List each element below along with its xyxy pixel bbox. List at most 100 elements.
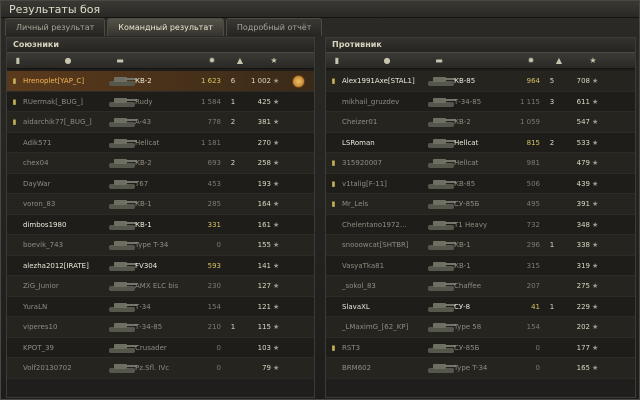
player-row[interactable]: snooowcat[SHTBR] КВ-1 296 1 338 ★ xyxy=(326,235,635,256)
player-row[interactable]: ▮ Hrenoplet[YAP_C] КВ-2 1 623 6 1 002 ★ xyxy=(7,71,314,92)
platoon-badge-icon: ▮ xyxy=(331,77,336,85)
player-name: Hrenoplet[YAP_C] xyxy=(23,77,85,85)
star-icon: ★ xyxy=(592,179,599,188)
platoon-column-icon[interactable]: ▮ xyxy=(13,56,23,66)
player-name: 315920007 xyxy=(342,159,383,167)
xp-value: 1 002 xyxy=(250,77,271,85)
kills-value: 3 xyxy=(549,97,555,106)
star-icon: ★ xyxy=(592,200,599,208)
player-row[interactable]: Cheizer01 КВ-2 1 059 547 ★ xyxy=(326,112,635,133)
player-row[interactable]: SlavaXL СУ-8 41 1 229 ★ xyxy=(326,296,635,317)
xp-value: 229 xyxy=(576,302,590,311)
xp-value: 115 xyxy=(257,323,271,331)
star-icon: ★ xyxy=(592,241,599,249)
tab-personal-result[interactable]: Личный результат xyxy=(5,18,106,36)
player-name: boevik_743 xyxy=(23,241,64,249)
kills-value: 2 xyxy=(549,138,555,147)
star-icon: ★ xyxy=(592,118,599,126)
star-icon: ★ xyxy=(273,159,280,167)
player-row[interactable]: dimbos1980 КВ-1 331 161 ★ xyxy=(7,214,314,235)
player-row[interactable]: ▮ 315920007 Hellcat 981 479 ★ xyxy=(326,153,635,174)
vehicle-name: T1 Heavy xyxy=(454,220,488,229)
player-row[interactable]: ZiG_Junior AMX ELC bis 230 127 ★ xyxy=(7,276,314,297)
damage-value: 981 xyxy=(526,159,540,167)
player-row[interactable]: _sokol_83 Chaffee 207 275 ★ xyxy=(326,276,635,297)
player-row[interactable]: ▮ RST3 СУ-85Б 0 177 ★ xyxy=(326,337,635,358)
damage-value: 0 xyxy=(216,364,221,372)
player-row[interactable]: BRM602 Type T-34 0 165 ★ xyxy=(326,358,635,379)
xp-value: 121 xyxy=(257,302,271,311)
tab-team-result[interactable]: Командный результат xyxy=(107,18,224,36)
xp-value: 127 xyxy=(257,282,271,290)
tank-column-icon[interactable]: ▬ xyxy=(434,56,444,66)
player-row[interactable]: ▮ RUermak[_BUG_] Rudy 1 584 1 425 ★ xyxy=(7,91,314,112)
star-icon: ★ xyxy=(273,343,280,352)
platoon-column-icon[interactable]: ▮ xyxy=(332,56,342,66)
vehicle-name: FV304 xyxy=(135,261,158,270)
player-row[interactable]: LSRoman Hellcat 815 2 533 ★ xyxy=(326,132,635,153)
player-name: BRM602 xyxy=(342,364,372,372)
vehicle-name: КВ-2 xyxy=(454,118,471,126)
player-row[interactable]: ▮ v1talig[F-11] КВ-85 506 439 ★ xyxy=(326,173,635,194)
xp-value: 338 xyxy=(576,241,590,249)
kills-column-icon[interactable]: ▲ xyxy=(235,56,245,66)
player-row[interactable]: ▮ aidarchik77[_BUG_] A-43 778 2 381 ★ xyxy=(7,112,314,133)
player-name: mikhail_gruzdev xyxy=(342,97,400,106)
xp-value: 319 xyxy=(576,261,590,270)
player-row[interactable]: Volf20130702 Pz.Sfl. IVc 0 79 ★ xyxy=(7,358,314,379)
player-row[interactable]: DayWar T67 453 193 ★ xyxy=(7,173,314,194)
enemies-list: ▮ Alex1991Axe[STAL1] КВ-85 964 5 708 ★ mikhail_… xyxy=(326,71,635,379)
player-row[interactable]: chex04 КВ-2 693 2 258 ★ xyxy=(7,153,314,174)
player-name: DayWar xyxy=(23,179,51,188)
player-name: RST3 xyxy=(342,343,361,352)
xp-column-icon[interactable]: ★ xyxy=(269,56,279,66)
player-row[interactable]: alezha2012[IRATE] FV304 593 141 ★ xyxy=(7,255,314,276)
player-row[interactable]: Adik571 Hellcat 1 181 270 ★ xyxy=(7,132,314,153)
damage-value: 41 xyxy=(531,302,540,311)
kills-value: 1 xyxy=(549,241,555,249)
damage-column-icon[interactable]: ✹ xyxy=(207,56,217,66)
xp-column-icon[interactable]: ★ xyxy=(588,56,598,66)
player-name: Cheizer01 xyxy=(342,118,378,126)
star-icon: ★ xyxy=(273,138,280,147)
star-icon: ★ xyxy=(592,343,599,352)
player-column-icon[interactable]: ● xyxy=(382,56,392,66)
player-name: chex04 xyxy=(23,159,49,167)
xp-value: 164 xyxy=(257,200,271,208)
player-name: dimbos1980 xyxy=(23,220,67,229)
tank-column-icon[interactable]: ▬ xyxy=(115,56,125,66)
vehicle-name: КВ-2 xyxy=(135,159,152,167)
player-row[interactable]: YuraLN Т-34 154 121 ★ xyxy=(7,296,314,317)
xp-value: 165 xyxy=(576,364,590,372)
xp-value: 161 xyxy=(257,220,271,229)
player-row[interactable]: voron_83 КВ-1 285 164 ★ xyxy=(7,194,314,215)
player-name: Mr_Lels xyxy=(342,200,369,208)
player-name: _LMaximG_[62_KP] xyxy=(342,323,409,331)
kills-value: 2 xyxy=(230,118,236,126)
player-name: alezha2012[IRATE] xyxy=(23,261,89,270)
damage-value: 453 xyxy=(207,179,221,188)
xp-value: 103 xyxy=(257,343,271,352)
kills-column-icon[interactable]: ▲ xyxy=(554,56,564,66)
tab-detailed-report[interactable]: Подробный отчёт xyxy=(225,18,323,36)
player-row[interactable]: Chelentano1972... T1 Heavy 732 348 ★ xyxy=(326,214,635,235)
medal-icon[interactable] xyxy=(292,75,305,88)
player-name: Adik571 xyxy=(23,138,52,147)
player-row[interactable]: viperes10 Т-34-85 210 1 115 ★ xyxy=(7,317,314,338)
vehicle-name: AMX ELC bis xyxy=(135,282,179,290)
player-row[interactable]: KPOT_39 Crusader 0 103 ★ xyxy=(7,337,314,358)
player-column-icon[interactable]: ● xyxy=(63,56,73,66)
platoon-badge-icon: ▮ xyxy=(12,118,17,126)
window-title: Результаты боя xyxy=(1,1,639,18)
star-icon: ★ xyxy=(273,77,280,85)
player-row[interactable]: ▮ Alex1991Axe[STAL1] КВ-85 964 5 708 ★ xyxy=(326,71,635,92)
player-row[interactable]: ▮ Mr_Lels СУ-85Б 495 391 ★ xyxy=(326,194,635,215)
player-name: voron_83 xyxy=(23,200,56,208)
player-row[interactable]: mikhail_gruzdev Т-34-85 1 115 3 611 ★ xyxy=(326,91,635,112)
player-row[interactable]: _LMaximG_[62_KP] Type 58 154 202 ★ xyxy=(326,317,635,338)
player-row[interactable]: VasyaTka81 КВ-1 315 319 ★ xyxy=(326,255,635,276)
star-icon: ★ xyxy=(592,282,599,290)
damage-column-icon[interactable]: ✹ xyxy=(526,56,536,66)
vehicle-name: КВ-1 xyxy=(454,241,471,249)
player-row[interactable]: boevik_743 Type T-34 0 155 ★ xyxy=(7,235,314,256)
